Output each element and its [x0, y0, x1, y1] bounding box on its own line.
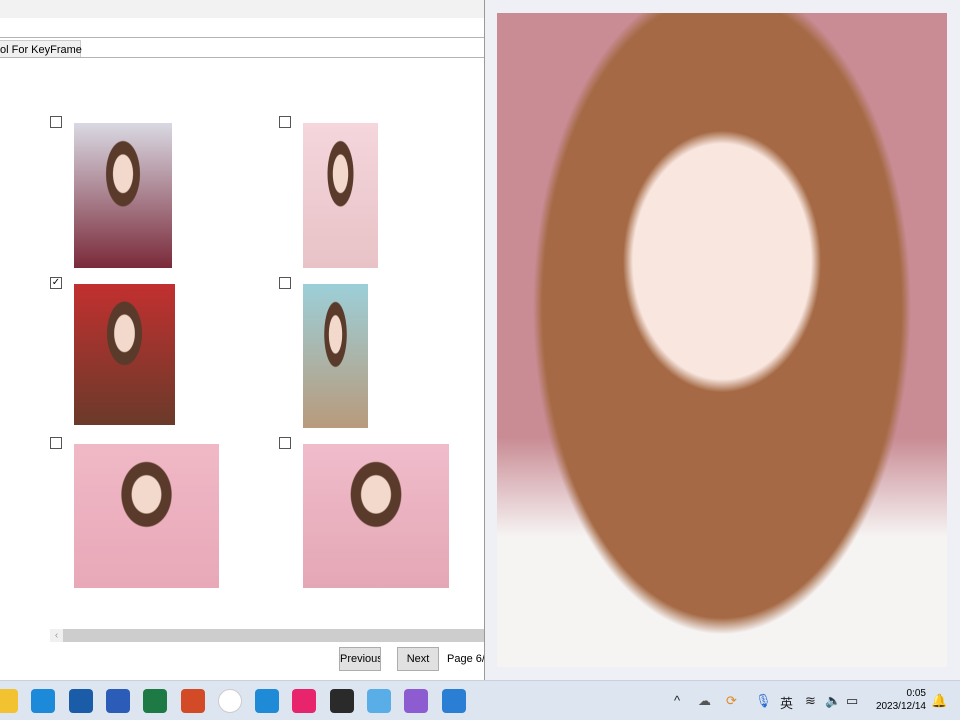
scrollbar-thumb[interactable] — [63, 629, 484, 642]
active-app-icon[interactable] — [441, 689, 466, 713]
thumbnail-checkbox[interactable] — [50, 437, 62, 449]
next-button[interactable]: Next — [397, 647, 439, 671]
chevron-up-icon[interactable]: ^ — [674, 693, 680, 708]
word-icon[interactable] — [105, 689, 130, 713]
store-icon[interactable] — [68, 689, 93, 713]
taskbar: ^ ☁ ⟳ 🎙 英 ≋ 🔈 ▭ 0:05 2023/12/14 🔔 — [0, 680, 960, 720]
clock[interactable]: 0:05 2023/12/14 — [868, 687, 926, 713]
horizontal-scrollbar[interactable]: ‹ — [50, 629, 484, 642]
obs-icon[interactable] — [329, 689, 354, 713]
thumbnail-checkbox[interactable] — [279, 116, 291, 128]
visual-studio-icon[interactable] — [404, 689, 429, 713]
tab-keyframe[interactable]: ol For KeyFrame — [0, 40, 82, 57]
battery-icon[interactable]: ▭ — [846, 693, 858, 709]
page-indicator: Page 6/ — [447, 653, 485, 665]
app-dots-icon[interactable] — [217, 689, 242, 713]
thumbnail-image[interactable] — [74, 284, 175, 425]
wifi-icon[interactable]: ≋ — [805, 693, 816, 709]
window-title-area — [0, 0, 484, 18]
tab-label: ol For KeyFrame — [0, 44, 82, 56]
notification-bell-icon[interactable]: 🔔 — [931, 693, 947, 709]
powerpoint-icon[interactable] — [180, 689, 205, 713]
thumbnail-checkbox[interactable] — [279, 277, 291, 289]
divider — [0, 37, 484, 38]
pink-app-icon[interactable] — [292, 689, 317, 713]
sync-icon[interactable]: ⟳ — [726, 693, 737, 709]
previous-button[interactable]: Previous — [339, 647, 381, 671]
thumbnail-image[interactable] — [303, 444, 449, 588]
excel-icon[interactable] — [143, 689, 168, 713]
thumbnail-checkbox[interactable]: ✓ — [50, 277, 62, 289]
thumbnail-image[interactable] — [303, 123, 378, 268]
thumbnail-checkbox[interactable] — [50, 116, 62, 128]
ime-indicator[interactable]: 英 — [780, 693, 793, 712]
date: 2023/12/14 — [875, 701, 926, 712]
cloud-icon[interactable]: ☁ — [698, 693, 711, 709]
notepad-icon[interactable] — [367, 689, 391, 713]
volume-icon[interactable]: 🔈 — [825, 693, 841, 709]
thumbnail-checkbox[interactable] — [279, 437, 291, 449]
edge-icon[interactable] — [31, 689, 56, 713]
microphone-icon[interactable]: 🎙 — [755, 693, 772, 709]
time: 0:05 — [906, 688, 926, 699]
thumbnail-image[interactable] — [74, 123, 172, 268]
file-explorer-icon[interactable] — [0, 689, 18, 713]
divider — [0, 57, 484, 58]
thumbnail-image[interactable] — [303, 284, 368, 428]
scroll-left-icon[interactable]: ‹ — [50, 629, 63, 642]
preview-image — [497, 13, 947, 667]
thumbnail-image[interactable] — [74, 444, 219, 588]
vscode-icon[interactable] — [255, 689, 280, 713]
